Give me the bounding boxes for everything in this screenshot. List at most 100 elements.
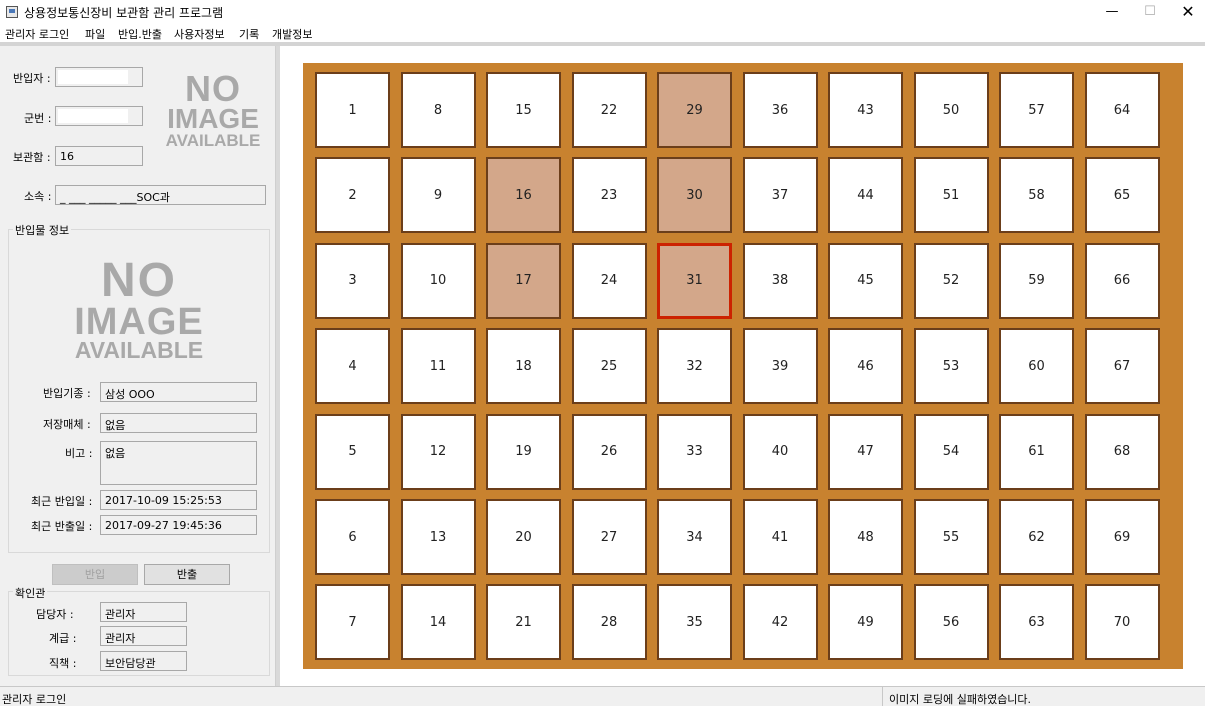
locker-cell-55[interactable]: 55 [913,499,989,575]
locker-cell-23[interactable]: 23 [571,157,647,234]
app-icon [6,6,18,18]
locker-cell-46[interactable]: 46 [828,328,903,405]
locker-cell-18[interactable]: 18 [486,328,561,405]
storage-field[interactable]: 없음 [100,413,257,433]
locker-cell-62[interactable]: 62 [999,499,1074,575]
menu-bar: 관리자 로그인 파일 반입.반출 사용자정보 기록 개발정보 [0,24,1205,42]
locker-cell-34[interactable]: 34 [657,499,732,575]
bring-in-button[interactable]: 반입 [52,564,138,585]
menu-dev-info[interactable]: 개발정보 [272,26,312,42]
locker-cell-27[interactable]: 27 [571,499,647,575]
note-field[interactable]: 없음 [100,441,257,485]
locker-cell-58[interactable]: 58 [999,157,1074,234]
last-in-field[interactable]: 2017-10-09 15:25:53 [100,490,257,510]
locker-cell-21[interactable]: 21 [486,584,561,661]
locker-cell-32[interactable]: 32 [657,328,732,405]
locker-cell-28[interactable]: 28 [571,584,647,661]
locker-cell-63[interactable]: 63 [999,584,1074,661]
locker-cell-37[interactable]: 37 [742,157,818,234]
close-button[interactable]: ✕ [1168,0,1205,24]
locker-cell-56[interactable]: 56 [913,584,989,661]
locker-cell-47[interactable]: 47 [828,413,903,490]
locker-cell-43[interactable]: 43 [828,72,903,148]
locker-cell-11[interactable]: 11 [400,328,476,405]
locker-cell-19[interactable]: 19 [486,413,561,490]
locker-cell-57[interactable]: 57 [999,72,1074,148]
locker-cell-70[interactable]: 70 [1084,584,1160,661]
locker-cell-15[interactable]: 15 [486,72,561,148]
menu-admin-login[interactable]: 관리자 로그인 [5,26,69,42]
locker-cell-29[interactable]: 29 [657,72,732,148]
locker-cell-10[interactable]: 10 [400,242,476,319]
locker-cell-41[interactable]: 41 [742,499,818,575]
locker-cell-12[interactable]: 12 [400,413,476,490]
menu-file[interactable]: 파일 [85,26,105,42]
locker-cell-4[interactable]: 4 [315,328,390,405]
locker-cell-16[interactable]: 16 [486,157,561,234]
maximize-button[interactable]: ☐ [1130,0,1170,24]
locker-cell-20[interactable]: 20 [486,499,561,575]
locker-cell-49[interactable]: 49 [828,584,903,661]
locker-cell-65[interactable]: 65 [1084,157,1160,234]
locker-cell-61[interactable]: 61 [999,413,1074,490]
locker-cell-68[interactable]: 68 [1084,413,1160,490]
locker-cell-60[interactable]: 60 [999,328,1074,405]
model-field[interactable]: 삼성 OOO [100,382,257,402]
minimize-button[interactable]: — [1092,0,1132,24]
locker-cell-53[interactable]: 53 [913,328,989,405]
locker-cell-51[interactable]: 51 [913,157,989,234]
locker-cell-39[interactable]: 39 [742,328,818,405]
locker-cell-54[interactable]: 54 [913,413,989,490]
locker-cell-30[interactable]: 30 [657,157,732,234]
locker-cell-33[interactable]: 33 [657,413,732,490]
menu-user-info[interactable]: 사용자정보 [174,26,225,42]
locker-cell-59[interactable]: 59 [999,242,1074,319]
locker-cell-6[interactable]: 6 [315,499,390,575]
menu-bring-in-out[interactable]: 반입.반출 [118,26,162,42]
rank-field[interactable]: 관리자 [100,626,187,646]
manager-label: 담당자 : [36,608,74,621]
locker-cell-38[interactable]: 38 [742,242,818,319]
locker-cell-1[interactable]: 1 [315,72,390,148]
locker-cell-7[interactable]: 7 [315,584,390,661]
position-field[interactable]: 보안담당관 [100,651,187,671]
locker-cell-64[interactable]: 64 [1084,72,1160,148]
locker-cell-67[interactable]: 67 [1084,328,1160,405]
locker-cell-2[interactable]: 2 [315,157,390,234]
locker-cell-45[interactable]: 45 [828,242,903,319]
locker-cell-3[interactable]: 3 [315,242,390,319]
locker-cell-26[interactable]: 26 [571,413,647,490]
locker-cell-31[interactable]: 31 [657,242,732,319]
locker-cell-9[interactable]: 9 [400,157,476,234]
locker-cell-69[interactable]: 69 [1084,499,1160,575]
locker-cell-48[interactable]: 48 [828,499,903,575]
item-info-group-title: 반입물 정보 [13,222,72,238]
locker-cell-42[interactable]: 42 [742,584,818,661]
menu-records[interactable]: 기록 [239,26,259,42]
locker-cell-44[interactable]: 44 [828,157,903,234]
locker-cell-17[interactable]: 17 [486,242,561,319]
take-out-button[interactable]: 반출 [144,564,230,585]
bringer-field[interactable] [55,67,143,87]
locker-cell-36[interactable]: 36 [742,72,818,148]
locker-cell-13[interactable]: 13 [400,499,476,575]
last-out-field[interactable]: 2017-09-27 19:45:36 [100,515,257,535]
rank-label: 계급 : [49,632,77,645]
locker-cell-8[interactable]: 8 [400,72,476,148]
locker-cell-66[interactable]: 66 [1084,242,1160,319]
locker-field[interactable]: 16 [55,146,143,166]
locker-cell-5[interactable]: 5 [315,413,390,490]
service-number-field[interactable] [55,106,143,126]
locker-cell-35[interactable]: 35 [657,584,732,661]
item-photo-placeholder: NO IMAGE AVAILABLE [74,254,204,363]
locker-cell-50[interactable]: 50 [913,72,989,148]
locker-cell-40[interactable]: 40 [742,413,818,490]
manager-field[interactable]: 관리자 [100,602,187,622]
last-in-label: 최근 반입일 : [31,495,93,508]
locker-cell-24[interactable]: 24 [571,242,647,319]
locker-cell-25[interactable]: 25 [571,328,647,405]
affiliation-field[interactable]: _ ___ _____ ___SOC과 [55,185,266,205]
locker-cell-52[interactable]: 52 [913,242,989,319]
locker-cell-22[interactable]: 22 [571,72,647,148]
locker-cell-14[interactable]: 14 [400,584,476,661]
